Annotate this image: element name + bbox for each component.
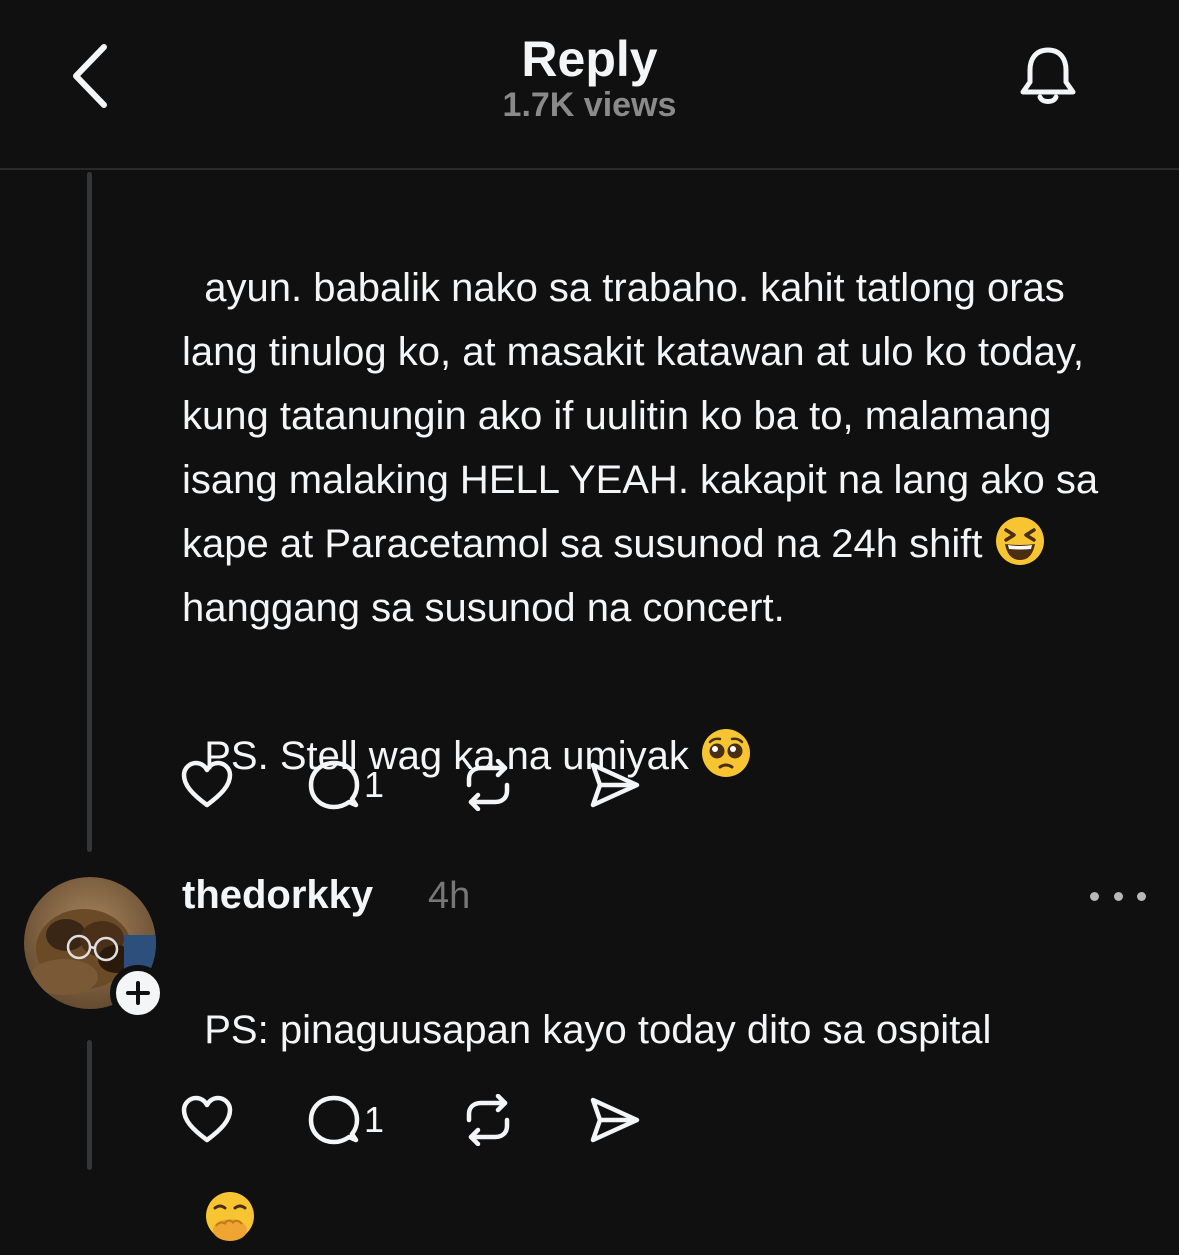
repost-icon bbox=[466, 759, 510, 811]
thread-line bbox=[87, 172, 92, 852]
more-options-button[interactable] bbox=[1090, 878, 1146, 914]
comment-icon bbox=[308, 1095, 360, 1145]
reply-username[interactable]: thedorkky bbox=[182, 868, 373, 922]
like-button[interactable] bbox=[180, 760, 308, 810]
reply-thread-line bbox=[87, 1040, 92, 1170]
grinning-squinting-face-emoji bbox=[995, 517, 1044, 565]
more-dot bbox=[1113, 891, 1123, 901]
header-bar: Reply 1.7K views bbox=[0, 0, 1179, 170]
heart-icon bbox=[181, 760, 233, 808]
pleading-face-emoji bbox=[702, 729, 751, 777]
repost-icon bbox=[466, 1094, 510, 1146]
plus-icon bbox=[126, 981, 150, 1005]
face-with-hand-over-mouth-emoji bbox=[206, 1192, 255, 1241]
reply-like-button[interactable] bbox=[180, 1095, 308, 1145]
reply-text: PS: pinaguusapan kayo today dito sa ospi… bbox=[204, 1008, 992, 1052]
comment-icon bbox=[308, 760, 360, 810]
post-paragraph-text: ayun. babalik nako sa trabaho. kahit tat… bbox=[182, 266, 1110, 566]
send-icon bbox=[590, 1097, 640, 1143]
more-dot bbox=[1137, 891, 1146, 901]
page-title: Reply bbox=[521, 31, 658, 87]
share-button[interactable] bbox=[589, 761, 641, 809]
more-horizontal-icon bbox=[1090, 891, 1099, 901]
reply-comment-count: 1 bbox=[364, 1099, 385, 1140]
notifications-button[interactable] bbox=[1010, 38, 1086, 114]
reply-share-button[interactable] bbox=[589, 1096, 641, 1144]
comment-count: 1 bbox=[364, 764, 385, 805]
send-icon bbox=[590, 762, 640, 808]
bell-icon bbox=[1020, 47, 1076, 104]
comment-button[interactable]: 1 bbox=[308, 759, 461, 811]
follow-button[interactable] bbox=[110, 965, 166, 1021]
reply-timestamp: 4h bbox=[428, 875, 471, 917]
post-body: ayun. babalik nako sa trabaho. kahit tat… bbox=[182, 192, 1142, 640]
reply-action-bar: 1 bbox=[180, 1090, 641, 1150]
reply-repost-button[interactable] bbox=[461, 1094, 589, 1146]
heart-icon bbox=[181, 1095, 233, 1143]
repost-button[interactable] bbox=[461, 759, 589, 811]
view-count: 1.7K views bbox=[502, 86, 677, 124]
reply-comment-button[interactable]: 1 bbox=[308, 1094, 461, 1146]
post-action-bar: 1 bbox=[180, 755, 641, 815]
post-paragraph-text-end: hanggang sa susunod na concert. bbox=[182, 586, 785, 630]
